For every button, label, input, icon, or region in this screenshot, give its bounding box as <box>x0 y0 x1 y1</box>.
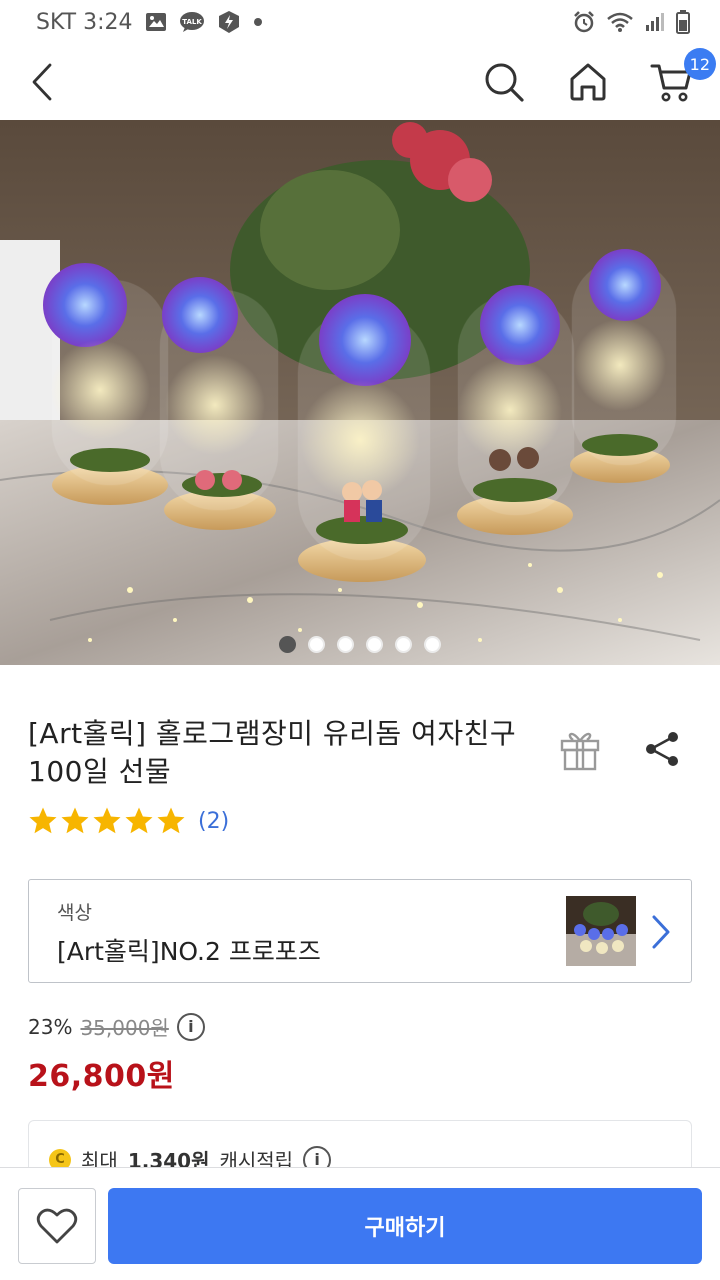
gallery-pagination <box>0 636 720 653</box>
wifi-icon <box>606 11 634 33</box>
buy-button[interactable]: 구매하기 <box>108 1188 702 1264</box>
product-title-row: [Art홀릭] 홀로그램장미 유리돔 여자친구 100일 선물 <box>28 715 692 791</box>
carrier-time: SKT 3:24 <box>36 9 133 35</box>
heart-icon <box>36 1208 78 1244</box>
option-value: [Art홀릭]NO.2 프로포즈 <box>57 937 321 966</box>
gallery-dot[interactable] <box>395 636 412 653</box>
share-icon <box>646 732 678 766</box>
product-title: [Art홀릭] 홀로그램장미 유리돔 여자친구 100일 선물 <box>28 717 517 788</box>
status-bar: SKT 3:24 TALK <box>0 0 720 44</box>
star-icon <box>93 807 121 834</box>
share-button[interactable] <box>642 729 682 769</box>
lightning-shield-icon <box>217 10 241 34</box>
gallery-dot[interactable] <box>308 636 325 653</box>
star-icon <box>125 807 153 834</box>
wishlist-button[interactable] <box>18 1188 96 1264</box>
star-rating <box>28 806 186 836</box>
cart-button[interactable]: 12 <box>644 48 716 110</box>
search-icon <box>485 63 524 102</box>
product-image-gallery[interactable] <box>0 120 720 665</box>
nav-actions: 12 <box>476 48 716 110</box>
image-icon <box>145 12 167 32</box>
review-count[interactable]: (2) <box>198 809 229 834</box>
talk-icon: TALK <box>179 11 205 33</box>
price-area: 23% 35,000원 i 26,800원 <box>28 1012 205 1095</box>
back-chevron-icon <box>32 63 52 101</box>
option-thumbnail <box>566 896 636 966</box>
product-photo <box>0 120 720 665</box>
color-option-selector[interactable]: 색상 [Art홀릭]NO.2 프로포즈 <box>28 879 692 983</box>
gallery-dot[interactable] <box>279 636 296 653</box>
star-icon <box>61 807 89 834</box>
option-label: 색상 <box>57 902 92 924</box>
cart-count-badge: 12 <box>683 48 716 80</box>
original-price: 35,000원 <box>80 1016 169 1040</box>
chevron-right-icon <box>652 915 670 949</box>
status-left: SKT 3:24 TALK <box>36 10 263 35</box>
star-icon <box>157 807 185 834</box>
bottom-action-bar: 구매하기 <box>0 1167 720 1280</box>
gallery-dot[interactable] <box>366 636 383 653</box>
talk-label: TALK <box>182 18 202 26</box>
dot-icon <box>253 17 263 27</box>
gift-icon <box>560 732 600 771</box>
price-info-icon[interactable]: i <box>176 1012 205 1041</box>
star-icon <box>29 807 57 834</box>
status-right <box>572 10 690 34</box>
rating-row[interactable]: (2) <box>28 806 229 836</box>
alarm-icon <box>572 10 596 34</box>
signal-icon <box>644 11 666 33</box>
sale-price: 26,800원 <box>28 1059 175 1094</box>
battery-icon <box>676 10 690 34</box>
search-button[interactable] <box>476 54 532 110</box>
discount-rate: 23% <box>28 1014 73 1039</box>
home-icon <box>570 63 606 101</box>
gift-button[interactable] <box>556 725 604 773</box>
home-button[interactable] <box>560 54 616 110</box>
discount-row: 23% 35,000원 i <box>28 1012 205 1041</box>
gallery-dot[interactable] <box>337 636 354 653</box>
gallery-dot[interactable] <box>424 636 441 653</box>
back-button[interactable] <box>22 60 62 104</box>
top-nav: 12 <box>0 44 720 120</box>
